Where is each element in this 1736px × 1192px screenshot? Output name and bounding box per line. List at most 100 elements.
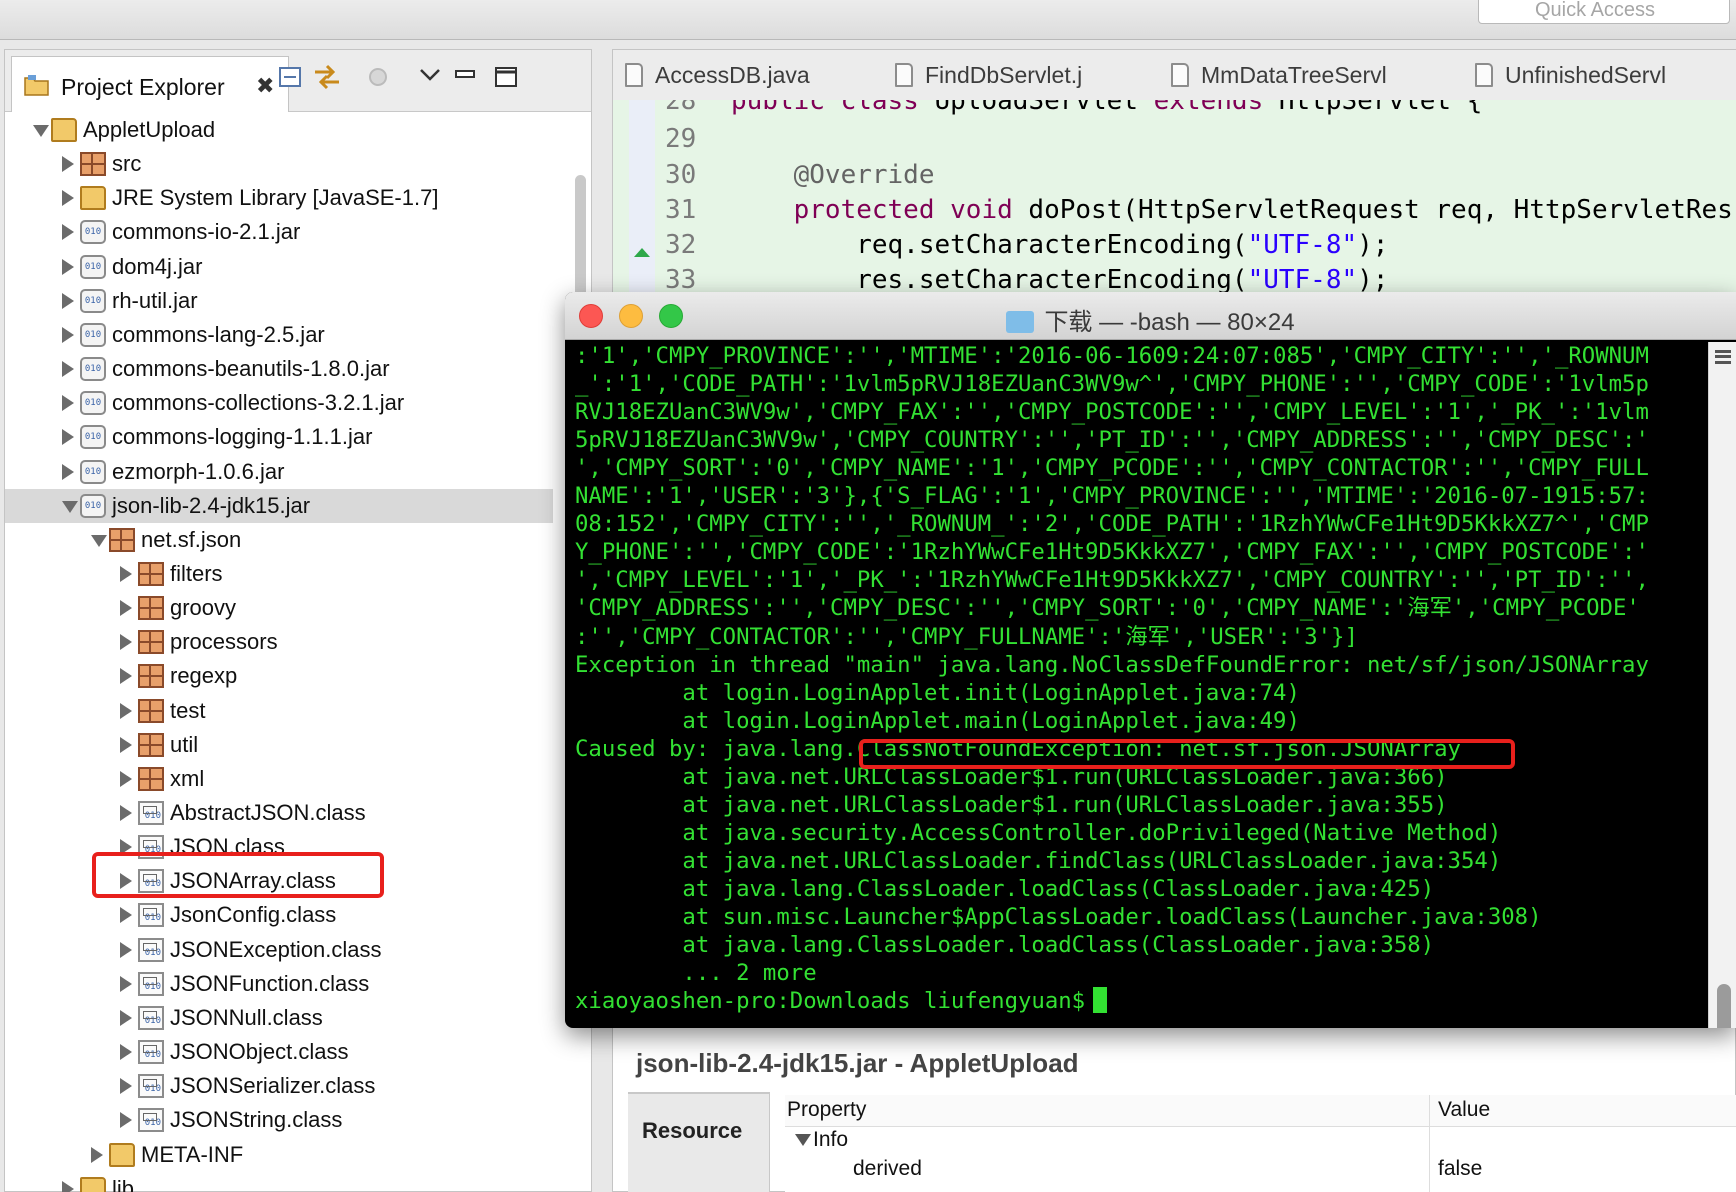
chevron-right-icon[interactable] [62,395,74,412]
tree-item[interactable]: 010 JSONException.class [5,933,553,967]
quick-access-input[interactable]: Quick Access [1478,0,1730,24]
view-menu-icon[interactable] [415,62,445,92]
tree-item-label: util [170,731,199,757]
tree-item[interactable]: xml [5,762,553,796]
chevron-right-icon[interactable] [120,1009,132,1026]
terminal-scrollbar[interactable] [1708,342,1736,1028]
class-file-icon: 010 [138,1074,164,1099]
collapse-all-icon[interactable] [276,62,306,92]
tree-item[interactable]: META-INF [5,1138,553,1172]
tree-item[interactable]: JRE System Library [JavaSE-1.7] [5,181,553,215]
maximize-icon[interactable] [491,62,521,92]
terminal-prompt[interactable]: xiaoyaoshen-pro:Downloads liufengyuan$ [575,987,1108,1015]
chevron-right-icon[interactable] [91,1146,103,1163]
tree-item[interactable]: 010 dom4j.jar [5,250,553,284]
chevron-right-icon[interactable] [62,361,74,378]
expand-arrow-icon[interactable] [795,1134,811,1146]
tree-item[interactable]: 010 rh-util.jar [5,284,553,318]
chevron-right-icon[interactable] [62,292,74,309]
tree-item[interactable]: 010 ezmorph-1.0.6.jar [5,455,553,489]
tab-resource[interactable]: Resource [628,1092,770,1192]
chevron-down-icon[interactable] [91,534,107,547]
tree-item[interactable]: util [5,728,553,762]
tree-item[interactable]: 010 JSONSerializer.class [5,1069,553,1103]
chevron-right-icon[interactable] [62,190,74,207]
chevron-right-icon[interactable] [120,600,132,617]
tree-item[interactable]: src [5,147,553,181]
tree-item-label: xml [170,765,205,791]
link-with-editor-icon[interactable] [312,62,342,92]
editor-tab[interactable]: AccessDB.java [625,62,810,89]
chevron-right-icon[interactable] [120,1112,132,1129]
terminal-titlebar[interactable]: 下载 — -bash — 80×24 [565,292,1736,340]
tree-item[interactable]: groovy [5,591,553,625]
menu-icon[interactable] [1715,350,1731,364]
text-cursor [1093,987,1108,1014]
minimize-icon[interactable] [450,62,480,92]
tree-item[interactable]: AppletUpload [5,113,553,147]
tree-item[interactable]: 010 JSONNull.class [5,1001,553,1035]
column-property[interactable]: Property [787,1098,866,1122]
close-icon[interactable]: ✖ [256,73,274,99]
tree-item[interactable]: filters [5,557,553,591]
tree-item[interactable]: 010 JSONString.class [5,1103,553,1137]
package-icon [138,664,164,689]
tree-item[interactable]: 010 commons-logging-1.1.1.jar [5,420,553,454]
tree-item-label: dom4j.jar [112,253,203,279]
tree-item[interactable]: 010 JSONObject.class [5,1035,553,1069]
terminal-output[interactable]: :'1','CMPY_PROVINCE':'','MTIME':'2016-06… [575,342,1700,1028]
editor-tab[interactable]: MmDataTreeServl [1171,62,1387,89]
chevron-right-icon[interactable] [120,805,132,821]
tree-item[interactable]: lib [5,1172,553,1192]
tab-project-explorer[interactable]: Project Explorer ✖ [11,56,289,112]
tree-item[interactable]: 010 commons-io-2.1.jar [5,215,553,249]
chevron-down-icon[interactable] [62,500,78,513]
group-info[interactable]: Info [813,1128,848,1152]
terminal-line: at login.LoginApplet.init(LoginApplet.ja… [575,679,1300,706]
tree-item[interactable]: net.sf.json [5,523,553,557]
chevron-right-icon[interactable] [120,565,132,582]
chevron-right-icon[interactable] [62,258,74,275]
tree-item[interactable]: regexp [5,659,553,693]
tree-item[interactable]: processors [5,625,553,659]
tree-item-label: commons-logging-1.1.1.jar [112,424,373,450]
chevron-right-icon[interactable] [120,668,132,685]
chevron-right-icon[interactable] [120,907,132,924]
tree-item[interactable]: test [5,694,553,728]
terminal-line: Exception in thread "main" java.lang.NoC… [575,651,1649,678]
tree-item[interactable]: 010 JSONFunction.class [5,967,553,1001]
chevron-right-icon[interactable] [120,975,132,992]
chevron-right-icon[interactable] [120,770,132,787]
chevron-right-icon[interactable] [62,463,74,480]
editor-tab[interactable]: FindDbServlet.j [895,62,1082,89]
focus-icon[interactable] [363,62,393,92]
chevron-right-icon[interactable] [62,156,74,173]
tree-item[interactable]: 010 commons-collections-3.2.1.jar [5,386,553,420]
tree-item-label: lib [112,1175,135,1192]
tree-item-label: ezmorph-1.0.6.jar [112,458,285,484]
editor-tab[interactable]: UnfinishedServl [1475,62,1666,89]
chevron-right-icon[interactable] [62,224,74,241]
tree-item[interactable]: 010 AbstractJSON.class [5,796,553,830]
tree-item[interactable]: 010 commons-beanutils-1.8.0.jar [5,352,553,386]
jar-icon: 010 [80,220,106,245]
column-value[interactable]: Value [1438,1098,1490,1122]
chevron-right-icon[interactable] [62,326,74,343]
chevron-right-icon[interactable] [120,634,132,651]
tree-item[interactable]: 010 json-lib-2.4-jdk15.jar [5,488,553,523]
tree-item-label: filters [170,560,223,586]
chevron-right-icon[interactable] [120,1078,132,1095]
chevron-right-icon[interactable] [62,1180,74,1192]
scrollbar-thumb[interactable] [1717,984,1731,1028]
terminal-line: _':'1','CODE_PATH':'1vlm5pRVJ18EZUanC3WV… [575,371,1649,398]
chevron-right-icon[interactable] [120,1044,132,1061]
chevron-right-icon[interactable] [62,429,74,446]
chevron-right-icon[interactable] [120,702,132,719]
chevron-right-icon[interactable] [120,941,132,958]
tree-item[interactable]: 010 JsonConfig.class [5,898,553,932]
jar-icon: 010 [80,357,106,382]
tree-item[interactable]: 010 commons-lang-2.5.jar [5,318,553,352]
chevron-right-icon[interactable] [120,736,132,753]
chevron-down-icon[interactable] [33,125,49,137]
terminal-line: NAME':'1','USER':'3'},{'S_FLAG':'1','CMP… [575,483,1649,510]
